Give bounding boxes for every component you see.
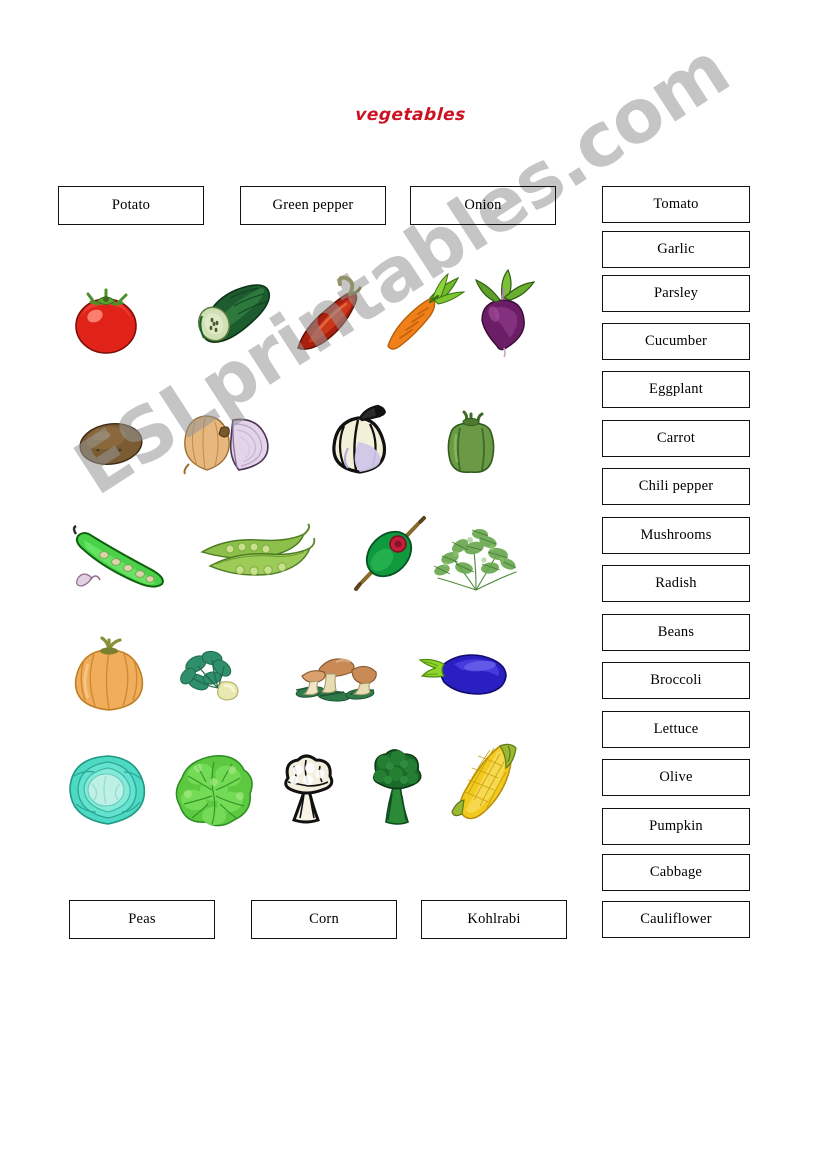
- label-box-cabbage[interactable]: Cabbage: [602, 854, 750, 891]
- picture-eggplant: [410, 644, 512, 700]
- picture-lettuce: [172, 752, 256, 830]
- picture-potato: [76, 416, 146, 470]
- picture-kohlrabi: [178, 648, 254, 704]
- label-box-chili-pepper[interactable]: Chili pepper: [602, 468, 750, 505]
- label-box-mushrooms[interactable]: Mushrooms: [602, 517, 750, 554]
- label-box-cauliflower[interactable]: Cauliflower: [602, 901, 750, 938]
- picture-broccoli: [364, 746, 430, 826]
- picture-onion: [175, 412, 280, 476]
- label-text: Beans: [657, 624, 695, 640]
- label-text: Cucumber: [644, 333, 707, 349]
- label-text: Lettuce: [653, 721, 699, 737]
- picture-beans: [70, 522, 174, 592]
- page-title: vegetables: [354, 105, 467, 125]
- picture-chili-pepper: [286, 272, 378, 358]
- label-box-radish[interactable]: Radish: [602, 565, 750, 602]
- label-box-carrot[interactable]: Carrot: [602, 420, 750, 457]
- picture-cabbage: [64, 750, 152, 830]
- picture-cucumber: [178, 272, 278, 362]
- label-text: Garlic: [657, 241, 695, 257]
- label-box-parsley[interactable]: Parsley: [602, 275, 750, 312]
- label-text: Onion: [464, 197, 502, 213]
- picture-garlic: [322, 402, 400, 478]
- label-box-eggplant[interactable]: Eggplant: [602, 371, 750, 408]
- label-box-green-pepper[interactable]: Green pepper: [240, 186, 386, 225]
- worksheet-page: vegetables ESLprintables.com Potato Gree…: [0, 0, 821, 1169]
- label-text: Chili pepper: [638, 478, 714, 494]
- label-box-lettuce[interactable]: Lettuce: [602, 711, 750, 748]
- picture-olive: [348, 516, 430, 596]
- label-text: Potato: [111, 197, 151, 213]
- label-box-pumpkin[interactable]: Pumpkin: [602, 808, 750, 845]
- label-text: Carrot: [656, 430, 696, 446]
- label-box-olive[interactable]: Olive: [602, 759, 750, 796]
- label-text: Parsley: [653, 285, 699, 301]
- picture-tomato: [66, 278, 146, 358]
- picture-peas: [196, 523, 316, 588]
- label-text: Corn: [309, 911, 339, 927]
- label-box-tomato[interactable]: Tomato: [602, 186, 750, 223]
- label-box-onion[interactable]: Onion: [410, 186, 556, 225]
- picture-radish: [466, 266, 538, 358]
- label-box-peas[interactable]: Peas: [69, 900, 215, 939]
- label-box-potato[interactable]: Potato: [58, 186, 204, 225]
- picture-parsley: [430, 512, 522, 598]
- picture-corn: [448, 742, 522, 822]
- label-text: Broccoli: [650, 672, 702, 688]
- label-text: Tomato: [653, 196, 699, 212]
- label-text: Cabbage: [649, 864, 703, 880]
- label-text: Kohlrabi: [467, 911, 521, 927]
- label-box-garlic[interactable]: Garlic: [602, 231, 750, 268]
- label-text: Mushrooms: [640, 527, 712, 543]
- label-box-corn[interactable]: Corn: [251, 900, 397, 939]
- picture-cauliflower: [274, 752, 338, 826]
- label-text: Pumpkin: [649, 818, 703, 834]
- picture-carrot: [378, 268, 470, 358]
- picture-pumpkin: [68, 632, 150, 714]
- label-text: Peas: [128, 911, 156, 927]
- picture-green-pepper: [438, 408, 504, 478]
- label-text: Green pepper: [272, 197, 354, 213]
- label-text: Olive: [659, 769, 693, 785]
- label-text: Eggplant: [649, 381, 703, 397]
- picture-mushrooms: [290, 646, 390, 702]
- label-text: Cauliflower: [640, 911, 712, 927]
- label-box-kohlrabi[interactable]: Kohlrabi: [421, 900, 567, 939]
- label-box-beans[interactable]: Beans: [602, 614, 750, 651]
- label-box-cucumber[interactable]: Cucumber: [602, 323, 750, 360]
- label-text: Radish: [655, 575, 697, 591]
- label-box-broccoli[interactable]: Broccoli: [602, 662, 750, 699]
